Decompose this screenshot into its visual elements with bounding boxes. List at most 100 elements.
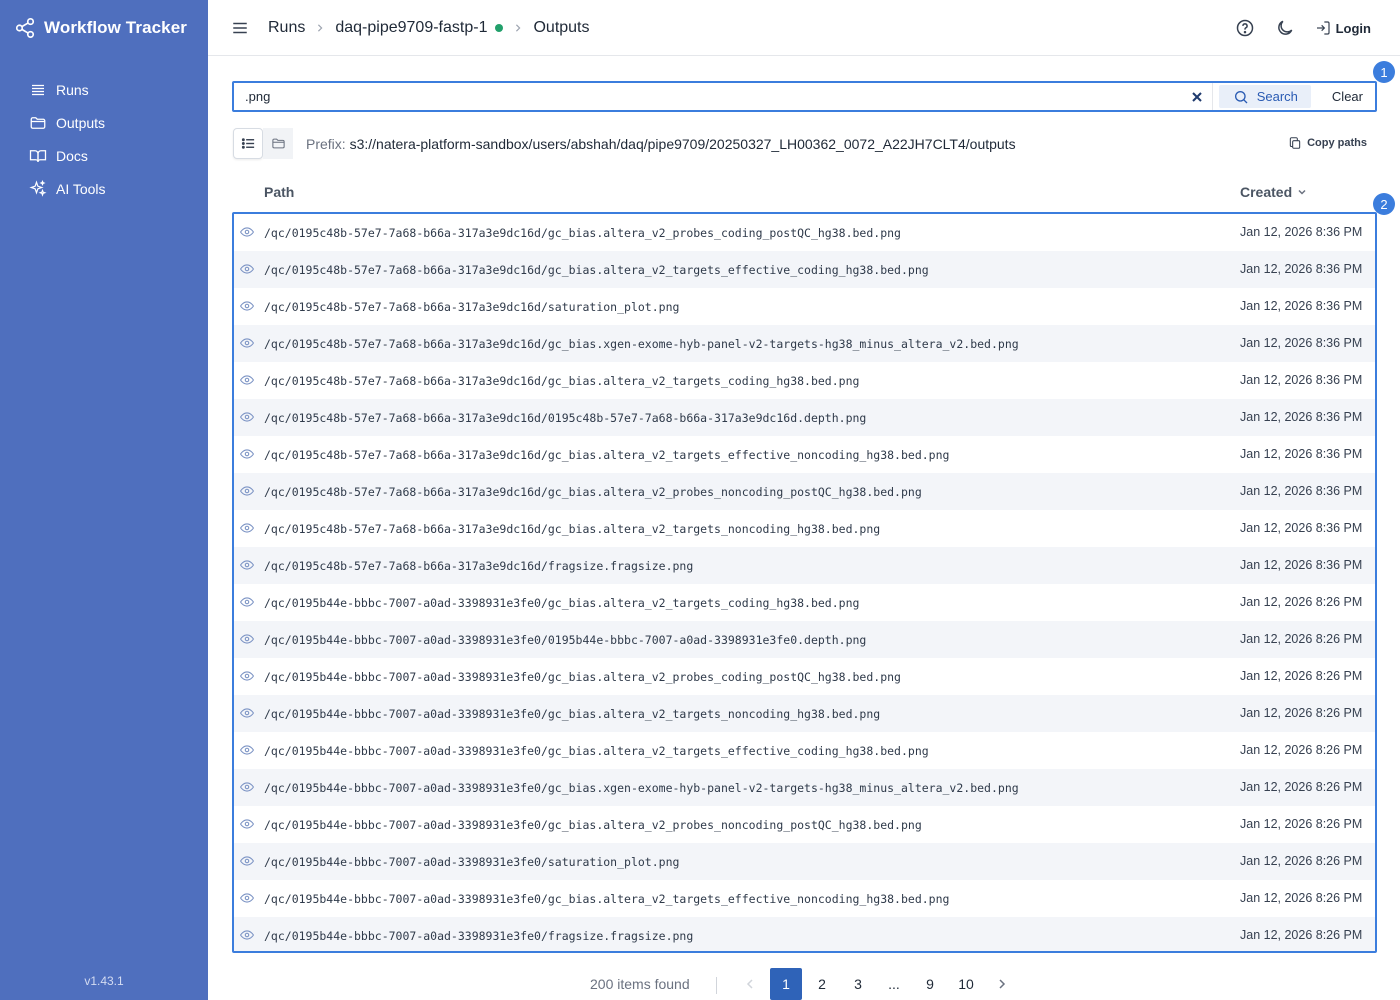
eye-icon[interactable] — [240, 522, 254, 534]
row-created: Jan 12, 2026 8:26 PM — [1240, 891, 1363, 905]
list-view-button[interactable] — [233, 128, 263, 159]
column-header-created[interactable]: Created — [1240, 184, 1307, 200]
table-row[interactable]: /qc/0195b44e-bbbc-7007-a0ad-3398931e3fe0… — [234, 732, 1375, 769]
table-row[interactable]: /qc/0195b44e-bbbc-7007-a0ad-3398931e3fe0… — [234, 621, 1375, 658]
annotation-badge-1: 1 — [1373, 61, 1395, 83]
eye-icon[interactable] — [240, 411, 254, 423]
search-button[interactable]: Search — [1218, 85, 1311, 108]
sidebar-item-ai-tools[interactable]: AI Tools — [0, 172, 208, 205]
table-row[interactable]: /qc/0195c48b-57e7-7a68-b66a-317a3e9dc16d… — [234, 288, 1375, 325]
row-path[interactable]: /qc/0195b44e-bbbc-7007-a0ad-3398931e3fe0… — [264, 707, 880, 721]
column-header-path[interactable]: Path — [264, 184, 294, 200]
eye-icon[interactable] — [240, 855, 254, 867]
login-icon — [1316, 21, 1330, 35]
table-row[interactable]: /qc/0195c48b-57e7-7a68-b66a-317a3e9dc16d… — [234, 251, 1375, 288]
row-created: Jan 12, 2026 8:26 PM — [1240, 928, 1363, 942]
table-row[interactable]: /qc/0195b44e-bbbc-7007-a0ad-3398931e3fe0… — [234, 584, 1375, 621]
table-row[interactable]: /qc/0195c48b-57e7-7a68-b66a-317a3e9dc16d… — [234, 214, 1375, 251]
eye-icon[interactable] — [240, 226, 254, 238]
hamburger-menu-icon[interactable] — [231, 19, 249, 37]
row-path[interactable]: /qc/0195b44e-bbbc-7007-a0ad-3398931e3fe0… — [264, 929, 693, 943]
sidebar-item-runs[interactable]: Runs — [0, 73, 208, 106]
sidebar-item-label: Docs — [56, 147, 88, 164]
eye-icon[interactable] — [240, 559, 254, 571]
eye-icon[interactable] — [240, 374, 254, 386]
table-row[interactable]: /qc/0195b44e-bbbc-7007-a0ad-3398931e3fe0… — [234, 917, 1375, 951]
page-button-3[interactable]: 3 — [842, 968, 874, 1000]
eye-icon[interactable] — [240, 892, 254, 904]
folder-view-button[interactable] — [263, 128, 293, 159]
page-button-1[interactable]: 1 — [770, 968, 802, 1000]
clear-button[interactable]: Clear — [1332, 89, 1363, 104]
breadcrumb-outputs: Outputs — [533, 18, 590, 36]
eye-icon[interactable] — [240, 670, 254, 682]
table-row[interactable]: /qc/0195c48b-57e7-7a68-b66a-317a3e9dc16d… — [234, 399, 1375, 436]
row-path[interactable]: /qc/0195c48b-57e7-7a68-b66a-317a3e9dc16d… — [264, 448, 949, 462]
row-path[interactable]: /qc/0195b44e-bbbc-7007-a0ad-3398931e3fe0… — [264, 670, 901, 684]
search-input[interactable] — [234, 83, 1183, 110]
row-path[interactable]: /qc/0195c48b-57e7-7a68-b66a-317a3e9dc16d… — [264, 300, 679, 314]
row-path[interactable]: /qc/0195b44e-bbbc-7007-a0ad-3398931e3fe0… — [264, 596, 859, 610]
search-bar: Search Clear — [232, 81, 1377, 112]
eye-icon[interactable] — [240, 263, 254, 275]
row-path[interactable]: /qc/0195b44e-bbbc-7007-a0ad-3398931e3fe0… — [264, 855, 679, 869]
row-path[interactable]: /qc/0195b44e-bbbc-7007-a0ad-3398931e3fe0… — [264, 633, 866, 647]
row-path[interactable]: /qc/0195c48b-57e7-7a68-b66a-317a3e9dc16d… — [264, 337, 1019, 351]
eye-icon[interactable] — [240, 818, 254, 830]
row-path[interactable]: /qc/0195b44e-bbbc-7007-a0ad-3398931e3fe0… — [264, 818, 922, 832]
page-button-9[interactable]: 9 — [914, 968, 946, 1000]
next-page-button[interactable] — [986, 968, 1018, 1000]
eye-icon[interactable] — [240, 300, 254, 312]
eye-icon[interactable] — [240, 929, 254, 941]
table-row[interactable]: /qc/0195c48b-57e7-7a68-b66a-317a3e9dc16d… — [234, 473, 1375, 510]
row-path[interactable]: /qc/0195b44e-bbbc-7007-a0ad-3398931e3fe0… — [264, 744, 929, 758]
row-path[interactable]: /qc/0195c48b-57e7-7a68-b66a-317a3e9dc16d… — [264, 559, 693, 573]
table-row[interactable]: /qc/0195c48b-57e7-7a68-b66a-317a3e9dc16d… — [234, 362, 1375, 399]
help-circle-icon[interactable] — [1235, 18, 1255, 38]
sidebar-item-docs[interactable]: Docs — [0, 139, 208, 172]
table-row[interactable]: /qc/0195b44e-bbbc-7007-a0ad-3398931e3fe0… — [234, 880, 1375, 917]
page-button-10[interactable]: 10 — [950, 968, 982, 1000]
eye-icon[interactable] — [240, 744, 254, 756]
breadcrumb-runs[interactable]: Runs — [268, 19, 305, 37]
eye-icon[interactable] — [240, 781, 254, 793]
breadcrumb-run-name[interactable]: daq-pipe9709-fastp-1 — [335, 19, 487, 37]
eye-icon[interactable] — [240, 596, 254, 608]
table-row[interactable]: /qc/0195c48b-57e7-7a68-b66a-317a3e9dc16d… — [234, 547, 1375, 584]
table-row[interactable]: /qc/0195b44e-bbbc-7007-a0ad-3398931e3fe0… — [234, 806, 1375, 843]
sidebar-item-outputs[interactable]: Outputs — [0, 106, 208, 139]
login-button[interactable]: Login — [1315, 20, 1371, 36]
row-created: Jan 12, 2026 8:26 PM — [1240, 817, 1363, 831]
table-row[interactable]: /qc/0195c48b-57e7-7a68-b66a-317a3e9dc16d… — [234, 436, 1375, 473]
eye-icon[interactable] — [240, 707, 254, 719]
table-row[interactable]: /qc/0195b44e-bbbc-7007-a0ad-3398931e3fe0… — [234, 695, 1375, 732]
eye-icon[interactable] — [240, 633, 254, 645]
copy-paths-button[interactable]: Copy paths — [1288, 136, 1367, 150]
page-button-2[interactable]: 2 — [806, 968, 838, 1000]
row-path[interactable]: /qc/0195b44e-bbbc-7007-a0ad-3398931e3fe0… — [264, 892, 949, 906]
sparkles-icon — [29, 179, 47, 197]
eye-icon[interactable] — [240, 485, 254, 497]
row-path[interactable]: /qc/0195c48b-57e7-7a68-b66a-317a3e9dc16d… — [264, 226, 901, 240]
row-path[interactable]: /qc/0195c48b-57e7-7a68-b66a-317a3e9dc16d… — [264, 374, 859, 388]
row-path[interactable]: /qc/0195c48b-57e7-7a68-b66a-317a3e9dc16d… — [264, 485, 922, 499]
table-row[interactable]: /qc/0195c48b-57e7-7a68-b66a-317a3e9dc16d… — [234, 325, 1375, 362]
brand-title: Workflow Tracker — [44, 18, 188, 37]
eye-icon[interactable] — [240, 337, 254, 349]
row-path[interactable]: /qc/0195c48b-57e7-7a68-b66a-317a3e9dc16d… — [264, 411, 866, 425]
book-icon — [29, 149, 47, 162]
table-row[interactable]: /qc/0195c48b-57e7-7a68-b66a-317a3e9dc16d… — [234, 510, 1375, 547]
chevron-right-icon — [318, 23, 323, 32]
sidebar-item-label: Runs — [56, 81, 89, 98]
prev-page-button[interactable] — [734, 968, 766, 1000]
eye-icon[interactable] — [240, 448, 254, 460]
row-path[interactable]: /qc/0195b44e-bbbc-7007-a0ad-3398931e3fe0… — [264, 781, 1019, 795]
clear-input-button[interactable] — [1183, 83, 1213, 110]
row-path[interactable]: /qc/0195c48b-57e7-7a68-b66a-317a3e9dc16d… — [264, 263, 929, 277]
brand[interactable]: Workflow Tracker — [0, 0, 208, 56]
table-row[interactable]: /qc/0195b44e-bbbc-7007-a0ad-3398931e3fe0… — [234, 843, 1375, 880]
moon-icon[interactable] — [1275, 18, 1295, 38]
row-path[interactable]: /qc/0195c48b-57e7-7a68-b66a-317a3e9dc16d… — [264, 522, 880, 536]
table-row[interactable]: /qc/0195b44e-bbbc-7007-a0ad-3398931e3fe0… — [234, 658, 1375, 695]
table-row[interactable]: /qc/0195b44e-bbbc-7007-a0ad-3398931e3fe0… — [234, 769, 1375, 806]
